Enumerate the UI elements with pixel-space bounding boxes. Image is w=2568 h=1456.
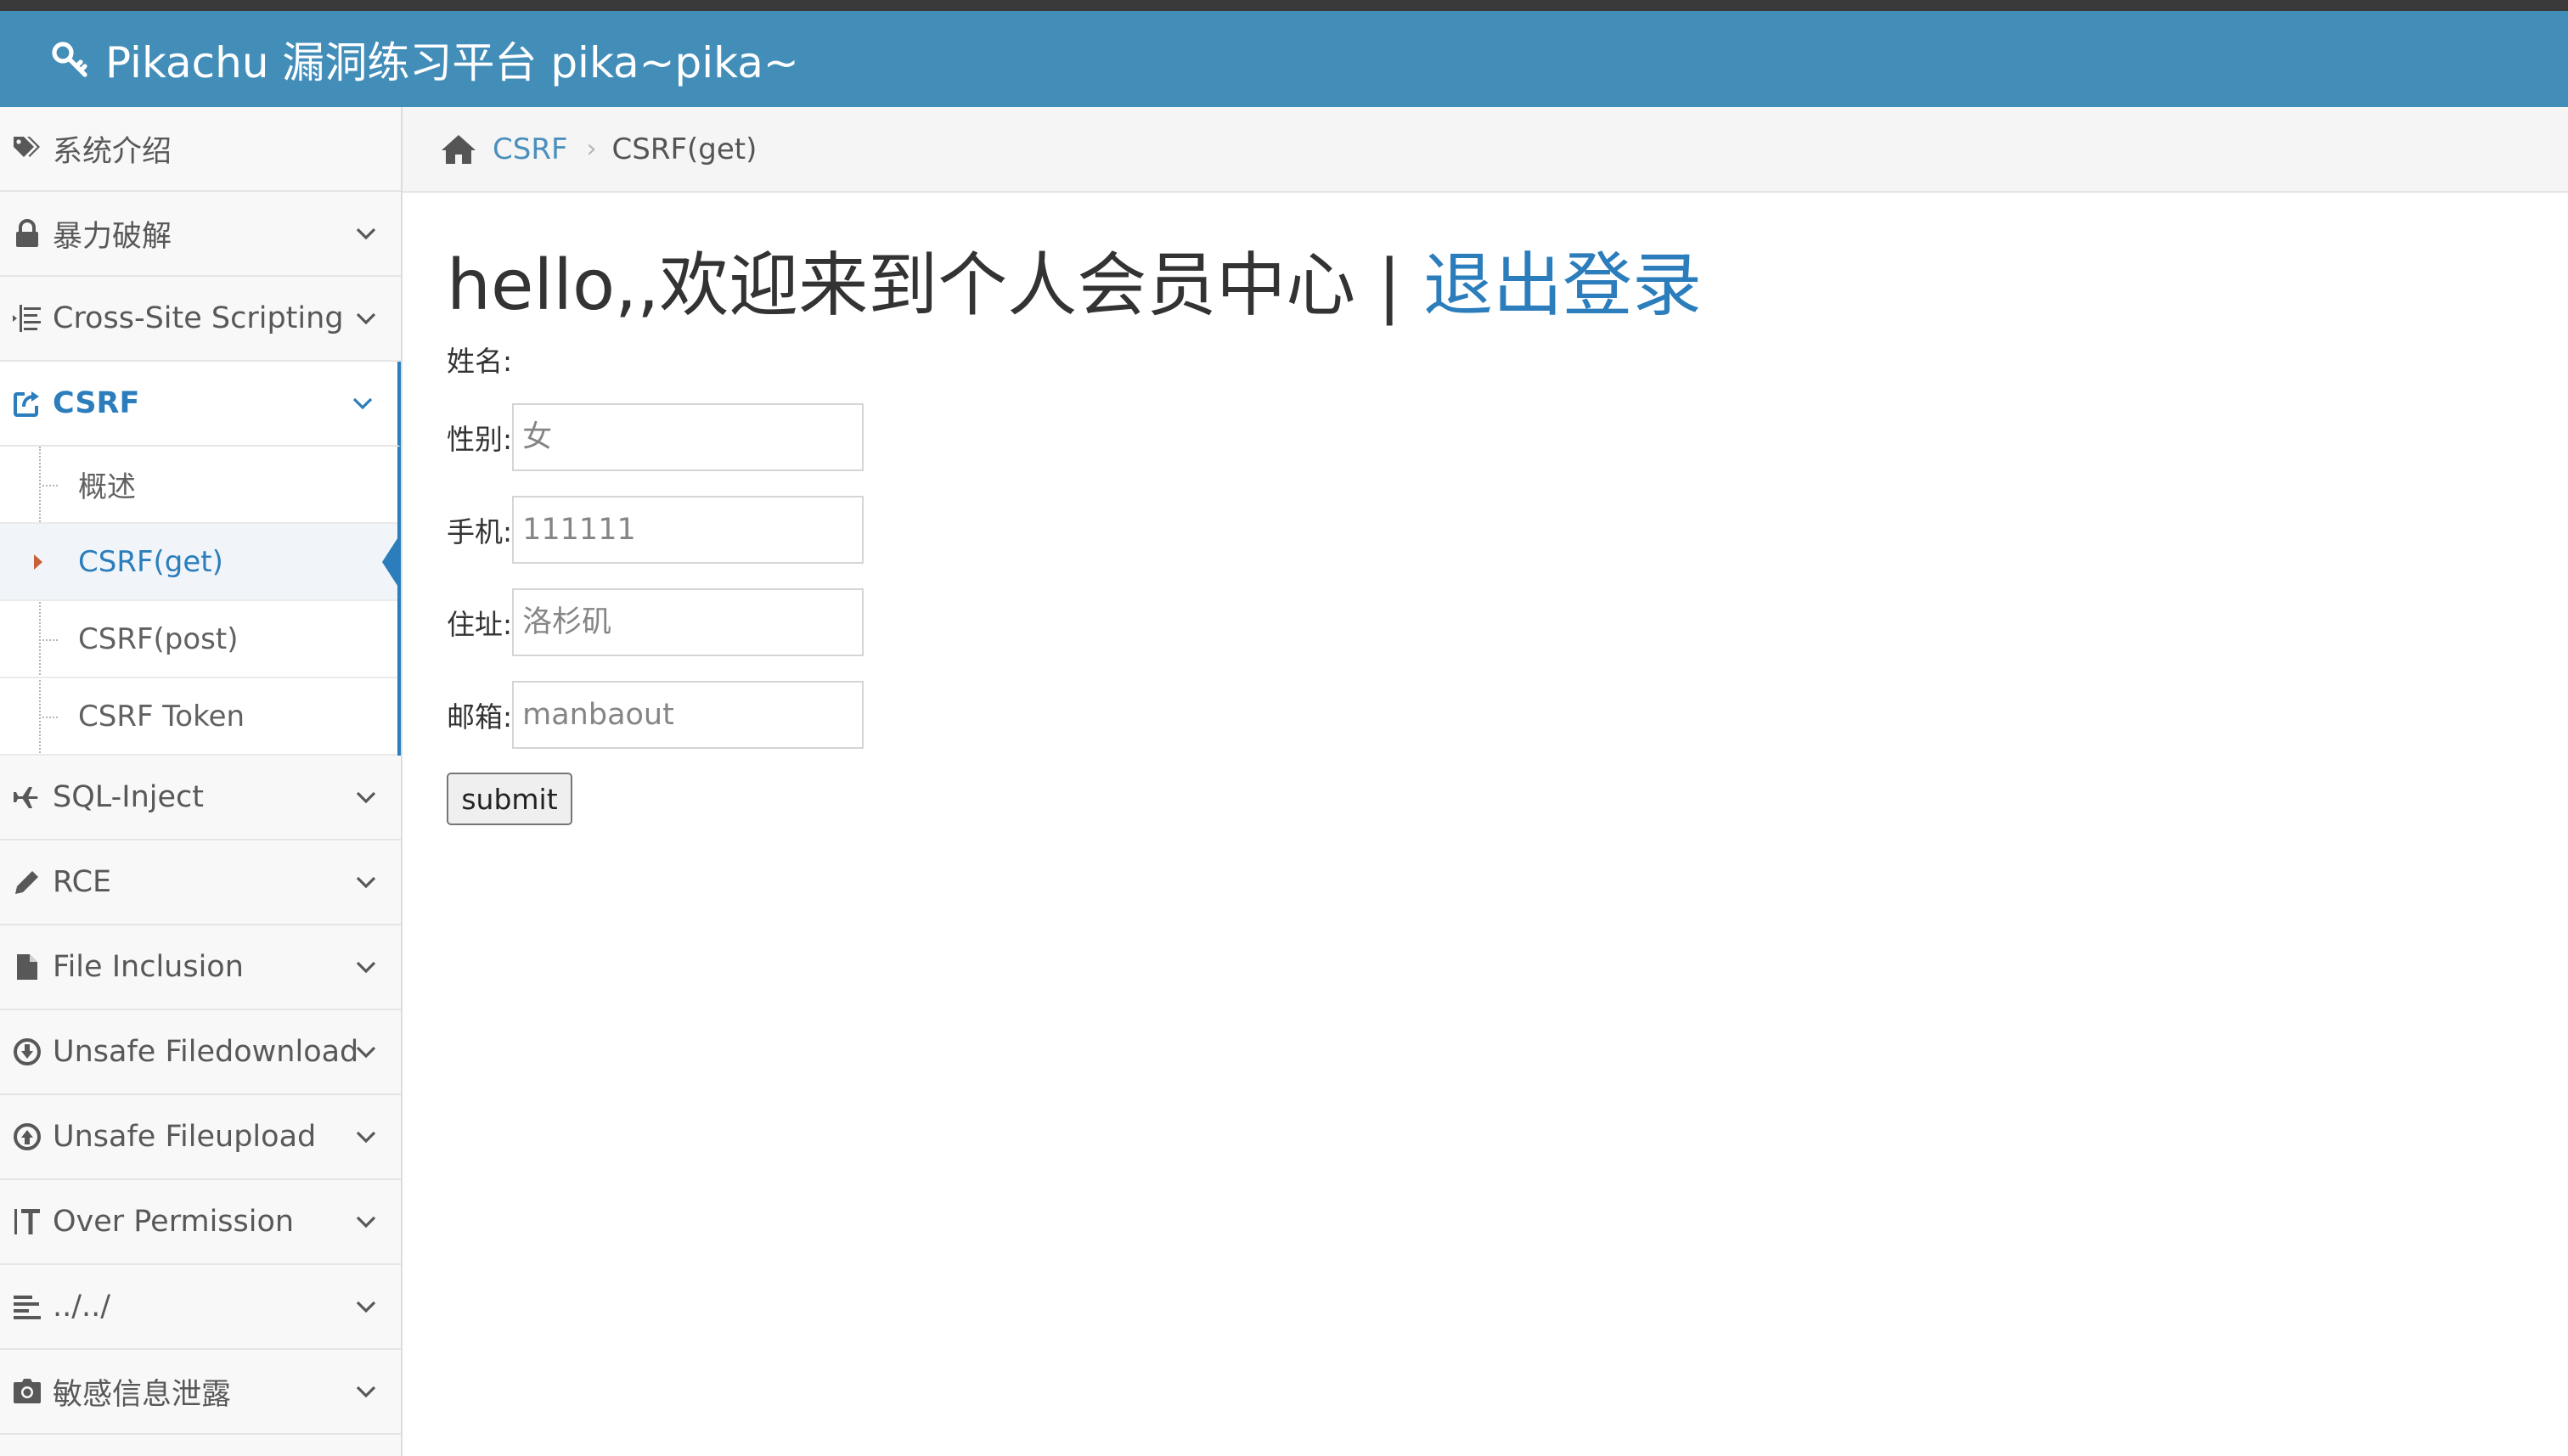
welcome-text: hello,,欢迎来到个人会员中心 |	[447, 245, 1424, 326]
form-row-address: 住址:	[447, 587, 2485, 658]
chevron-down-icon	[355, 785, 377, 809]
sidebar-item-intro[interactable]: 系统介绍	[0, 107, 401, 192]
submenu-item-overview[interactable]: 概述	[0, 447, 397, 524]
form-row-phone: 手机:	[447, 494, 2485, 565]
sidebar-item-xss[interactable]: Cross-Site Scripting	[0, 277, 401, 362]
sidebar-item-bruteforce[interactable]: 暴力破解	[0, 192, 401, 277]
submenu-item-csrf-token[interactable]: CSRF Token	[0, 678, 397, 756]
key-icon	[49, 39, 90, 80]
breadcrumb-link-csrf[interactable]: CSRF	[493, 132, 568, 166]
email-label: 邮箱:	[447, 700, 513, 734]
submenu-item-label: CSRF Token	[78, 699, 245, 734]
submenu-item-label: 概述	[78, 470, 136, 504]
logout-link[interactable]: 退出登录	[1423, 245, 1702, 326]
sidebar-item-csrf[interactable]: CSRF	[0, 362, 401, 447]
brand[interactable]: Pikachu 漏洞练习平台 pika~pika~	[49, 29, 799, 90]
align-left-icon	[2, 1294, 53, 1319]
chevron-down-icon	[355, 870, 377, 894]
chevron-down-icon	[355, 306, 377, 330]
tree-branch	[42, 638, 58, 641]
file-icon	[2, 953, 53, 981]
csrf-submenu: 概述 CSRF(get) CSRF(post) CSRF Token	[0, 447, 401, 756]
chevron-down-icon	[355, 222, 377, 245]
sidebar-item-label: ../../	[53, 1290, 111, 1324]
breadcrumb-separator-icon: ›	[586, 134, 597, 164]
sidebar-item-over-permission[interactable]: Over Permission	[0, 1180, 401, 1265]
list-indent-icon	[2, 305, 53, 332]
sidebar-item-rce[interactable]: RCE	[0, 840, 401, 925]
active-pointer-arrow	[382, 532, 401, 591]
submenu-item-csrf-post[interactable]: CSRF(post)	[0, 601, 397, 678]
tags-icon	[2, 135, 53, 162]
submit-button[interactable]: submit	[447, 773, 572, 826]
sidebar-item-file-inclusion[interactable]: File Inclusion	[0, 925, 401, 1010]
email-input[interactable]	[512, 681, 864, 750]
sidebar-item-label: Unsafe Fileupload	[53, 1120, 317, 1154]
form-row-gender: 性别:	[447, 402, 2485, 473]
sidebar-item-label: File Inclusion	[53, 950, 244, 984]
submenu-item-label: CSRF(post)	[78, 621, 239, 656]
lock-icon	[2, 219, 53, 248]
main-content: hello,,欢迎来到个人会员中心 | 退出登录 姓名: 性别: 手机: 住址:…	[447, 192, 2485, 826]
text-height-icon	[2, 1207, 53, 1236]
chevron-down-icon	[355, 1040, 377, 1064]
pencil-icon	[2, 869, 53, 896]
sidebar-item-label: CSRF	[53, 386, 140, 420]
gender-input[interactable]	[512, 403, 864, 472]
sidebar-item-label: Over Permission	[53, 1205, 295, 1239]
chevron-down-icon	[352, 391, 374, 415]
top-navbar: Pikachu 漏洞练习平台 pika~pika~	[0, 11, 2568, 107]
page-title: hello,,欢迎来到个人会员中心 | 退出登录	[447, 245, 2485, 328]
chevron-down-icon	[355, 955, 377, 979]
sidebar-item-unsafe-fileupload[interactable]: Unsafe Fileupload	[0, 1095, 401, 1180]
sidebar-item-label: 系统介绍	[53, 134, 172, 169]
name-label: 姓名:	[447, 345, 513, 379]
app-title: Pikachu 漏洞练习平台 pika~pika~	[105, 37, 799, 87]
caret-right-icon	[34, 554, 42, 570]
member-info-form: 姓名: 性别: 手机: 住址: 邮箱: submit	[447, 343, 2485, 826]
sidebar-item-label: 暴力破解	[53, 219, 172, 254]
address-label: 住址:	[447, 608, 513, 642]
sidebar-item-label: RCE	[53, 865, 112, 899]
sidebar-item-label: Cross-Site Scripting	[53, 301, 344, 335]
top-border-strip	[0, 0, 2568, 11]
form-row-email: 邮箱:	[447, 679, 2485, 750]
chevron-down-icon	[355, 1125, 377, 1149]
submenu-item-label: CSRF(get)	[78, 544, 223, 579]
sidebar-item-unsafe-filedownload[interactable]: Unsafe Filedownload	[0, 1010, 401, 1095]
sidebar-item-label: 敏感信息泄露	[53, 1377, 232, 1412]
chevron-down-icon	[355, 1210, 377, 1234]
share-square-icon	[2, 389, 53, 418]
submenu-item-csrf-get[interactable]: CSRF(get)	[0, 524, 401, 601]
home-icon[interactable]	[440, 133, 477, 166]
sidebar-item-info-leak[interactable]: 敏感信息泄露	[0, 1350, 401, 1435]
gender-label: 性别:	[447, 423, 513, 457]
phone-label: 手机:	[447, 515, 513, 549]
plane-icon	[2, 784, 53, 810]
upload-circle-icon	[2, 1122, 53, 1151]
tree-branch	[42, 716, 58, 718]
sidebar-item-label: SQL-Inject	[53, 780, 205, 814]
phone-input[interactable]	[512, 496, 864, 565]
tree-branch	[42, 484, 58, 486]
breadcrumb-current: CSRF(get)	[611, 132, 757, 166]
camera-icon	[2, 1379, 53, 1404]
download-circle-icon	[2, 1037, 53, 1066]
breadcrumb: CSRF › CSRF(get)	[403, 107, 2568, 193]
sidebar-item-directory-traversal[interactable]: ../../	[0, 1265, 401, 1350]
sidebar: 系统介绍 暴力破解 Cross-Site Scripting CSRF 概述 C…	[0, 107, 403, 1456]
chevron-down-icon	[355, 1380, 377, 1403]
address-input[interactable]	[512, 588, 864, 657]
sidebar-item-label: Unsafe Filedownload	[53, 1035, 359, 1069]
sidebar-item-sql-inject[interactable]: SQL-Inject	[0, 756, 401, 840]
chevron-down-icon	[355, 1295, 377, 1318]
